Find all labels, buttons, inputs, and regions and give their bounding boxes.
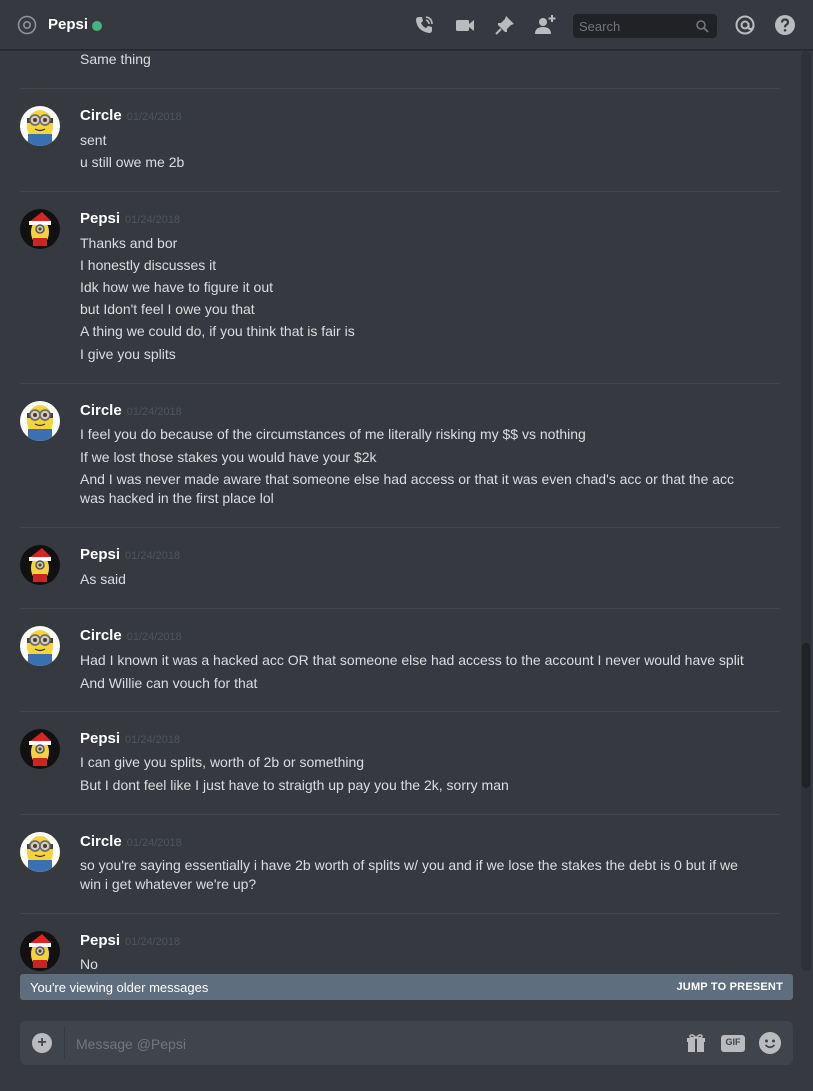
search-input[interactable] xyxy=(573,14,705,38)
message-author[interactable]: Pepsi 01/24/2018 xyxy=(80,932,180,949)
message-text: so you're saying essentially i have 2b w… xyxy=(80,857,738,873)
avatar[interactable] xyxy=(20,729,60,769)
scrollbar-track[interactable] xyxy=(801,51,811,971)
message-author[interactable]: Pepsi 01/24/2018 xyxy=(80,546,180,563)
message-text: A thing we could do, if you think that i… xyxy=(80,323,355,339)
message-author[interactable]: Circle 01/24/2018 xyxy=(80,627,182,644)
message-timestamp: 01/24/2018 xyxy=(126,406,182,418)
avatar[interactable] xyxy=(20,106,60,146)
message-divider xyxy=(20,814,780,815)
message-divider xyxy=(20,711,780,712)
avatar[interactable] xyxy=(20,832,60,872)
emoji-icon[interactable] xyxy=(759,1032,781,1054)
call-icon[interactable] xyxy=(413,14,435,36)
message-divider xyxy=(20,608,780,609)
message-text: And Willie can vouch for that xyxy=(80,675,258,691)
message-author[interactable]: Pepsi 01/24/2018 xyxy=(80,730,180,747)
avatar[interactable] xyxy=(20,931,60,971)
message-text: I honestly discusses it xyxy=(80,257,217,273)
message-text: Thanks and bor xyxy=(80,235,178,251)
message-text: was hacked in the first place lol xyxy=(80,490,274,506)
avatar[interactable] xyxy=(20,545,60,585)
message-composer: + GIF xyxy=(20,1021,793,1067)
message-divider xyxy=(20,383,780,384)
older-messages-text: You're viewing older messages xyxy=(30,980,209,995)
message-text: But I dont feel like I just have to stra… xyxy=(80,777,509,793)
message-timestamp: 01/24/2018 xyxy=(126,837,182,849)
add-friend-icon[interactable] xyxy=(534,14,556,36)
older-messages-bar[interactable]: You're viewing older messages JUMP TO PR… xyxy=(20,974,793,1000)
message-timestamp: 01/24/2018 xyxy=(125,936,181,948)
at-icon xyxy=(17,15,37,35)
message-author[interactable]: Circle 01/24/2018 xyxy=(80,833,182,850)
jump-to-present-button[interactable]: JUMP TO PRESENT xyxy=(676,981,783,993)
gif-icon[interactable]: GIF xyxy=(721,1035,745,1052)
message-timestamp: 01/24/2018 xyxy=(125,734,181,746)
message-text: No xyxy=(80,956,98,971)
message-text: I feel you do because of the circumstanc… xyxy=(80,426,586,442)
gift-icon[interactable] xyxy=(686,1033,706,1053)
message-list[interactable]: Same thing Circle 01/24/2018 sent u still… xyxy=(0,51,800,971)
message-text: but Idon't feel I owe you that xyxy=(80,301,255,317)
online-status-dot xyxy=(92,21,102,31)
channel-header: Pepsi xyxy=(0,0,813,50)
scrollbar-thumb[interactable] xyxy=(802,643,810,788)
message-text: Same thing xyxy=(80,51,151,67)
message-text: u still owe me 2b xyxy=(80,154,185,170)
search-icon xyxy=(696,20,709,33)
message-text: Had I known it was a hacked acc OR that … xyxy=(80,652,744,668)
message-text: sent xyxy=(80,132,107,148)
video-icon[interactable] xyxy=(454,14,476,36)
message-input[interactable] xyxy=(74,1021,658,1067)
pin-icon[interactable] xyxy=(494,14,516,36)
message-author[interactable]: Pepsi 01/24/2018 xyxy=(80,210,180,227)
message-author[interactable]: Circle 01/24/2018 xyxy=(80,402,182,419)
add-attachment-icon[interactable]: + xyxy=(32,1033,52,1053)
search-box[interactable] xyxy=(573,14,717,38)
message-text: As said xyxy=(80,571,126,587)
message-divider xyxy=(20,88,780,89)
message-divider xyxy=(20,527,780,528)
message-text: win i get whatever we're up? xyxy=(80,876,257,892)
message-timestamp: 01/24/2018 xyxy=(126,111,182,123)
message-text: And I was never made aware that someone … xyxy=(80,471,735,487)
mentions-icon[interactable] xyxy=(734,14,756,36)
message-text: I can give you splits, worth of 2b or so… xyxy=(80,754,365,770)
message-timestamp: 01/24/2018 xyxy=(125,214,181,226)
composer-divider xyxy=(64,1027,65,1059)
message-timestamp: 01/24/2018 xyxy=(125,550,181,562)
message-text: If we lost those stakes you would have y… xyxy=(80,449,377,465)
message-divider xyxy=(20,913,780,914)
message-text: Idk how we have to figure it out xyxy=(80,279,273,295)
avatar[interactable] xyxy=(20,401,60,441)
message-author[interactable]: Circle 01/24/2018 xyxy=(80,107,182,124)
message-divider xyxy=(20,191,780,192)
message-timestamp: 01/24/2018 xyxy=(126,631,182,643)
message-text: I give you splits xyxy=(80,346,176,362)
avatar[interactable] xyxy=(20,626,60,666)
channel-name: Pepsi xyxy=(48,16,89,33)
avatar[interactable] xyxy=(20,209,60,249)
help-icon[interactable] xyxy=(774,14,796,36)
